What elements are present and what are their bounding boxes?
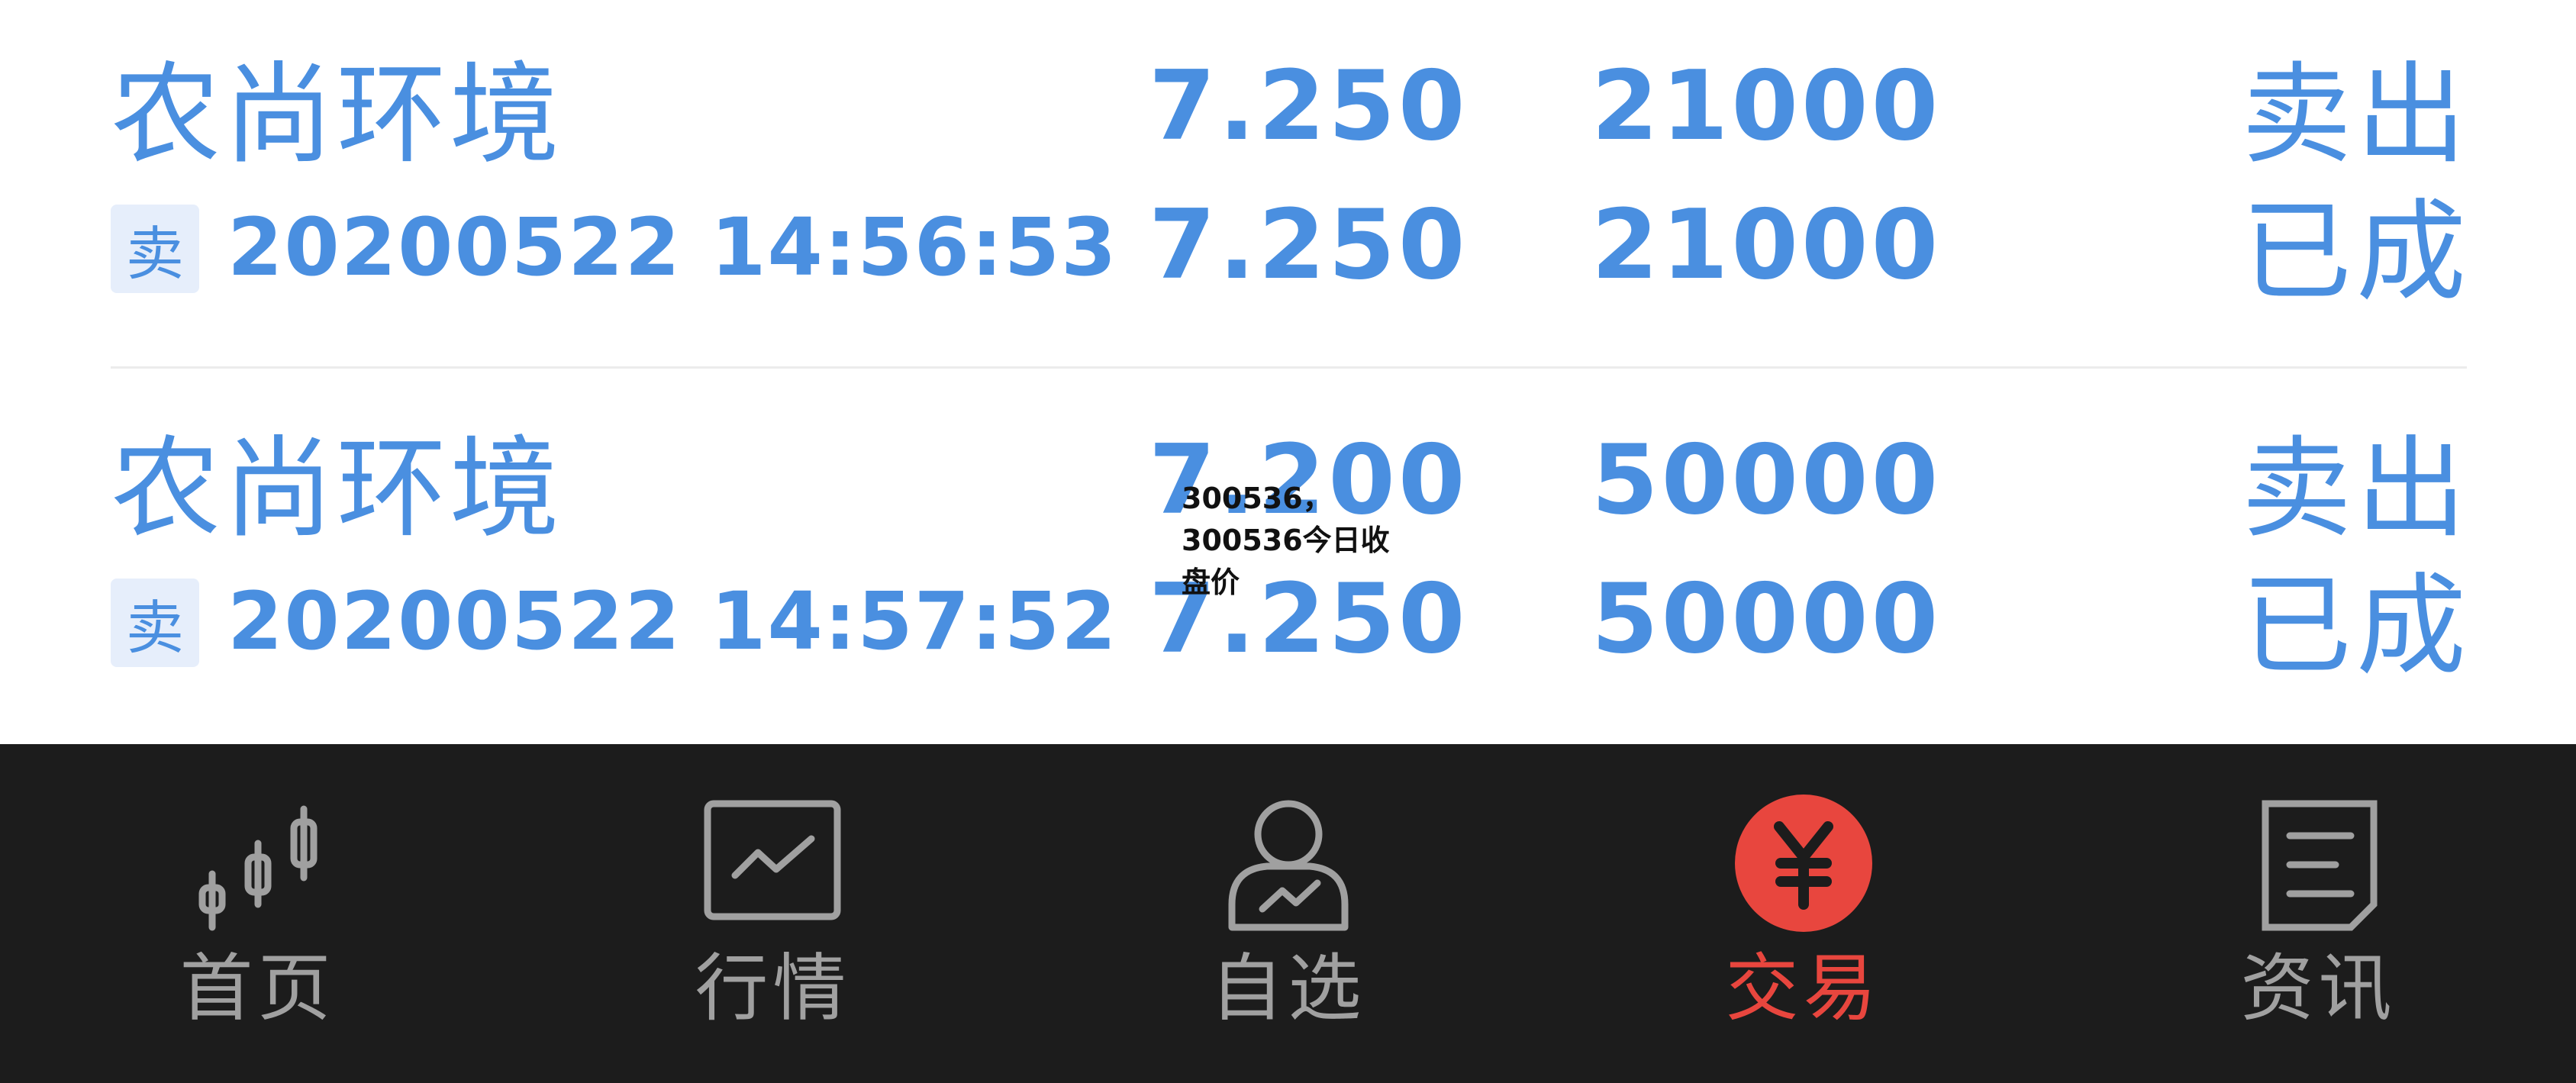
tab-trade[interactable]: 交易 — [1546, 744, 2061, 1083]
order-list: 农尚环境 卖 20200522 14:56:53 7.250 7.250 210… — [0, 0, 2576, 744]
tab-label: 首页 — [179, 946, 336, 1031]
order-quantity: 50000 — [1591, 424, 1942, 536]
order-price: 7.250 — [1149, 50, 1469, 162]
bottom-tab-bar: 首页 行情 自选 交易 资讯 — [0, 744, 2576, 1083]
filled-price: 7.250 — [1149, 189, 1469, 301]
order-action: 卖出 — [2242, 424, 2471, 553]
sell-badge: 卖 — [111, 205, 199, 293]
tab-home[interactable]: 首页 — [0, 744, 515, 1083]
order-quantity: 21000 — [1591, 50, 1942, 162]
news-document-icon — [2262, 800, 2377, 931]
tab-watchlist[interactable]: 自选 — [1030, 744, 1546, 1083]
row-divider — [111, 366, 2467, 369]
candlestick-icon — [198, 805, 317, 931]
user-trend-icon — [1228, 800, 1348, 931]
yuan-icon — [1734, 795, 1872, 932]
tab-market[interactable]: 行情 — [515, 744, 1030, 1083]
stock-name: 农尚环境 — [111, 424, 563, 553]
tab-label: 资讯 — [2240, 946, 2397, 1031]
order-row[interactable]: 农尚环境 卖 20200522 14:56:53 7.250 7.250 210… — [0, 0, 2576, 374]
market-chart-icon — [704, 800, 840, 920]
order-datetime: 20200522 14:56:53 — [227, 201, 1118, 294]
stock-name: 农尚环境 — [111, 50, 563, 179]
filled-quantity: 50000 — [1591, 562, 1942, 675]
tab-label: 交易 — [1725, 946, 1881, 1031]
watermark-caption: 300536，300536今日收盘价 — [1182, 482, 1390, 599]
order-datetime: 20200522 14:57:52 — [227, 575, 1118, 668]
sell-badge: 卖 — [111, 579, 199, 667]
order-status: 已成 — [2242, 562, 2471, 690]
order-status: 已成 — [2242, 188, 2471, 316]
filled-quantity: 21000 — [1591, 189, 1942, 301]
tab-news[interactable]: 资讯 — [2061, 744, 2576, 1083]
order-action: 卖出 — [2242, 50, 2471, 179]
tab-label: 行情 — [695, 946, 851, 1031]
tab-label: 自选 — [1210, 946, 1366, 1031]
